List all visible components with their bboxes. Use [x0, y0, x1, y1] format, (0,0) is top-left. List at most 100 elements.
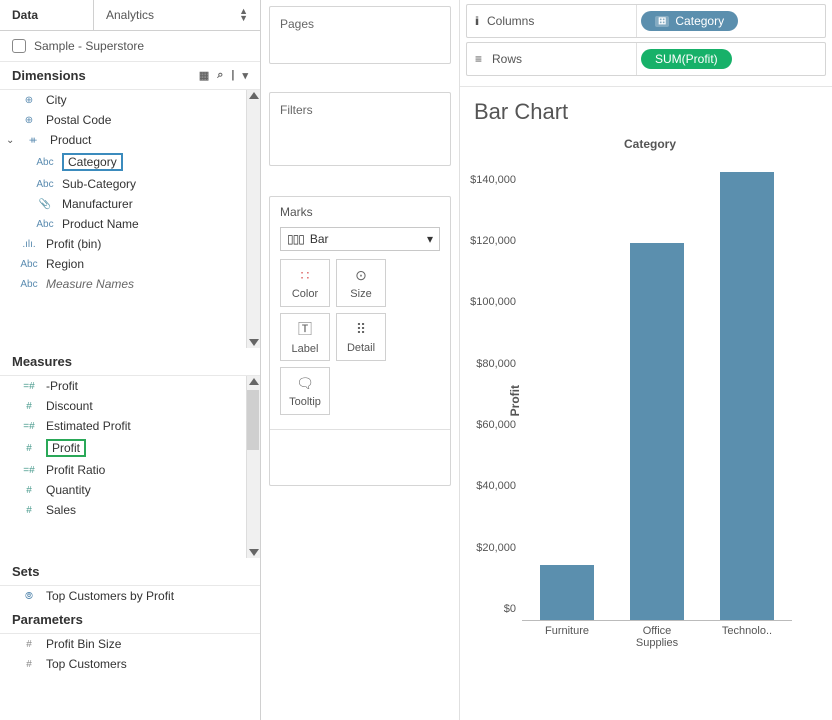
dimension-product-name[interactable]: AbcProduct Name — [0, 214, 260, 234]
datasource-name: Sample - Superstore — [34, 39, 144, 53]
bar-icon: ▯▯▯ — [287, 232, 304, 246]
mark-btn-label: Detail — [347, 342, 375, 354]
mark-btn-label: Color — [292, 288, 318, 300]
dimension-profit-bin[interactable]: .ılı.Profit (bin) — [0, 234, 260, 254]
measure-profit[interactable]: #Profit — [0, 436, 260, 460]
field-label: Top Customers — [46, 657, 127, 671]
bar-furniture[interactable] — [540, 565, 594, 620]
label-icon: 🅃 — [298, 319, 312, 339]
marks-label-button[interactable]: 🅃Label — [280, 313, 330, 361]
detail-icon: ⠿ — [356, 321, 366, 338]
marks-detail-button[interactable]: ⠿ Detail — [336, 313, 386, 361]
measure-estimated-profit[interactable]: =#Estimated Profit — [0, 416, 260, 436]
set-icon: ⦾ — [18, 591, 40, 602]
scroll-down-icon[interactable] — [249, 549, 259, 556]
dimension-measure-names[interactable]: AbcMeasure Names — [0, 274, 260, 294]
measure-profit-ratio[interactable]: =#Profit Ratio — [0, 460, 260, 480]
datasource-icon — [12, 39, 26, 53]
hierarchy-icon: ᚑ — [22, 135, 44, 146]
scroll-up-icon[interactable] — [249, 378, 259, 385]
filters-shelf[interactable]: Filters — [269, 92, 451, 166]
dimension-postal-code[interactable]: ⊕Postal Code — [0, 110, 260, 130]
search-icon[interactable]: ⌕ — [217, 69, 223, 82]
datasource-row[interactable]: Sample - Superstore — [0, 31, 260, 62]
measure-discount[interactable]: #Discount — [0, 396, 260, 416]
parameters-header: Parameters — [0, 606, 260, 634]
set-top-customers[interactable]: ⦾ Top Customers by Profit — [0, 586, 260, 606]
columns-shelf[interactable]: iiiColumns ⊞Category — [466, 4, 826, 38]
measures-header: Measures — [0, 348, 260, 376]
dimension-region[interactable]: AbcRegion — [0, 254, 260, 274]
bar-office-supplies[interactable] — [630, 243, 684, 620]
measure-sales[interactable]: #Sales — [0, 500, 260, 520]
field-label: Discount — [46, 399, 93, 413]
y-tick-label: $40,000 — [476, 480, 522, 492]
measures-scrollbar[interactable] — [246, 376, 260, 558]
field-label: Measure Names — [46, 277, 134, 291]
tab-analytics[interactable]: Analytics ▲▼ — [94, 0, 260, 30]
abc-icon: Abc — [34, 157, 56, 168]
marks-tooltip-button[interactable]: 🗨Tooltip — [280, 367, 330, 415]
marks-drop-area[interactable] — [270, 429, 450, 485]
separator: | — [231, 69, 234, 82]
y-tick-label: $140,000 — [470, 174, 522, 186]
rows-pill-sum-profit[interactable]: SUM(Profit) — [641, 49, 732, 69]
y-tick-label: $0 — [504, 603, 522, 615]
measure-quantity[interactable]: #Quantity — [0, 480, 260, 500]
plot-area[interactable]: FurnitureOfficeSuppliesTechnolo.. $0$20,… — [522, 161, 792, 641]
abc-icon: Abc — [34, 219, 56, 230]
marks-color-button[interactable]: ∷Color — [280, 259, 330, 307]
data-pane: Data Analytics ▲▼ Sample - Superstore Di… — [0, 0, 261, 720]
field-label: Top Customers by Profit — [46, 589, 174, 603]
marks-size-button[interactable]: ⊙Size — [336, 259, 386, 307]
y-tick-label: $80,000 — [476, 358, 522, 370]
columns-pill-category[interactable]: ⊞Category — [641, 11, 738, 31]
tab-data[interactable]: Data — [0, 0, 94, 30]
field-label: City — [46, 93, 67, 107]
mark-type-dropdown[interactable]: ▯▯▯Bar ▾ — [280, 227, 440, 251]
x-tick-label: Furniture — [532, 625, 602, 649]
worksheet-title[interactable]: Bar Chart — [474, 99, 826, 125]
dimension-sub-category[interactable]: AbcSub-Category — [0, 174, 260, 194]
scroll-down-icon[interactable] — [249, 339, 259, 346]
param-profit-bin-size[interactable]: #Profit Bin Size — [0, 634, 260, 654]
dimension-manufacturer[interactable]: 📎Manufacturer — [0, 194, 260, 214]
y-tick-label: $60,000 — [476, 419, 522, 431]
cards-pane: Pages Filters Marks ▯▯▯Bar ▾ ∷Color ⊙Siz… — [261, 0, 460, 720]
dimension-category[interactable]: Abc Category — [0, 150, 260, 174]
bar-chart: Category Profit FurnitureOfficeSuppliesT… — [474, 131, 826, 641]
measure-neg-profit[interactable]: =#-Profit — [0, 376, 260, 396]
clip-icon: 📎 — [34, 199, 56, 210]
number-icon: =# — [18, 381, 40, 392]
y-axis-label[interactable]: Profit — [508, 385, 522, 416]
dimension-product-hierarchy[interactable]: ⌄ᚑProduct — [0, 130, 260, 150]
tab-analytics-label: Analytics — [106, 8, 154, 22]
x-ticks: FurnitureOfficeSuppliesTechnolo.. — [522, 625, 792, 649]
x-tick-label: Technolo.. — [712, 625, 782, 649]
dimension-city[interactable]: ⊕ City — [0, 90, 260, 110]
field-label: Profit Bin Size — [46, 637, 121, 651]
field-label: Profit (bin) — [46, 237, 101, 251]
number-icon: # — [18, 485, 40, 496]
mark-btn-label: Size — [350, 288, 371, 300]
pill-label: SUM(Profit) — [655, 52, 718, 66]
mark-btn-label: Tooltip — [289, 396, 321, 408]
scroll-thumb[interactable] — [247, 390, 259, 450]
view-grid-icon[interactable]: ▦ — [199, 69, 209, 82]
chart-column-header: Category — [624, 137, 676, 151]
menu-caret-icon[interactable]: ▾ — [242, 69, 248, 82]
worksheet-pane: iiiColumns ⊞Category ≡Rows SUM(Profit) B… — [460, 0, 832, 720]
field-label: Region — [46, 257, 84, 271]
field-label: Category — [62, 153, 123, 171]
scroll-up-icon[interactable] — [249, 92, 259, 99]
rows-shelf[interactable]: ≡Rows SUM(Profit) — [466, 42, 826, 76]
globe-icon: ⊕ — [18, 95, 40, 106]
pill-label: Category — [675, 14, 724, 28]
dimensions-scrollbar[interactable] — [246, 90, 260, 348]
columns-icon: iii — [475, 14, 477, 28]
bar-technolo-[interactable] — [720, 172, 774, 620]
sets-title: Sets — [12, 564, 39, 579]
pages-shelf[interactable]: Pages — [269, 6, 451, 64]
param-top-customers[interactable]: #Top Customers — [0, 654, 260, 674]
rows-icon: ≡ — [475, 52, 482, 66]
